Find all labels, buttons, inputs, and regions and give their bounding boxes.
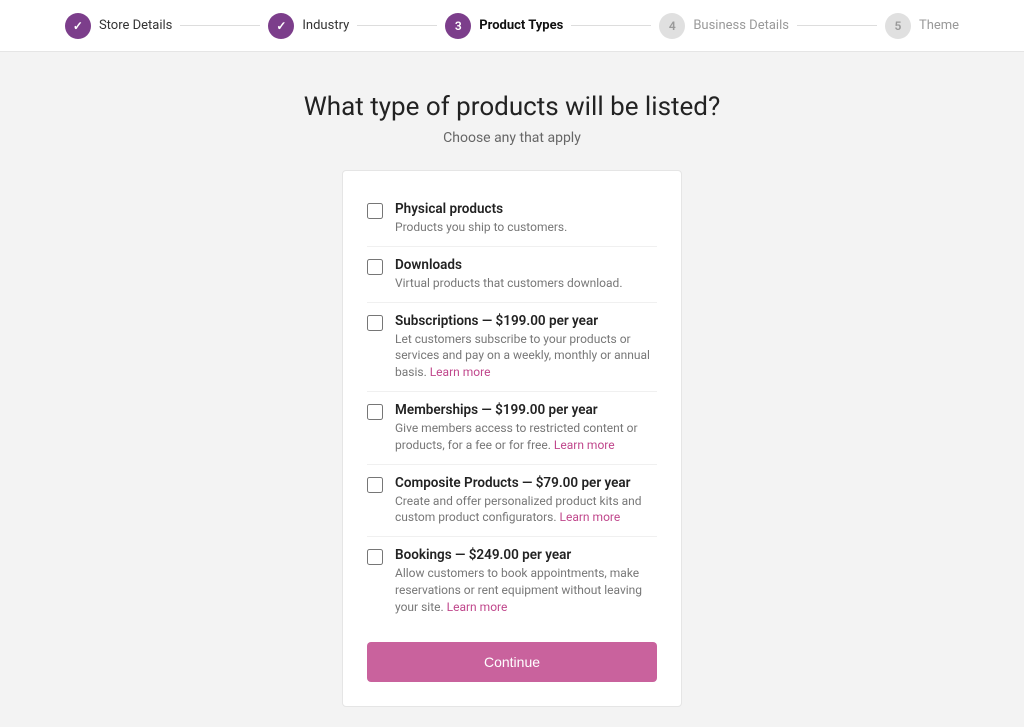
- stepper: ✓ Store Details ✓ Industry 3 Product Typ…: [0, 0, 1024, 52]
- option-desc-text-bookings: Allow customers to book appointments, ma…: [395, 566, 642, 614]
- product-option-memberships: Memberships — $199.00 per year Give memb…: [367, 392, 657, 465]
- step-circle-product-types: 3: [445, 13, 471, 39]
- product-option-downloads: Downloads Virtual products that customer…: [367, 247, 657, 303]
- checkbox-wrap-memberships[interactable]: [367, 404, 383, 424]
- checkbox-composite[interactable]: [367, 477, 383, 493]
- option-title-subscriptions: Subscriptions — $199.00 per year: [395, 313, 657, 329]
- option-label-bookings[interactable]: Bookings — $249.00 per year Allow custom…: [395, 547, 657, 615]
- checkbox-subscriptions[interactable]: [367, 315, 383, 331]
- option-title-memberships: Memberships — $199.00 per year: [395, 402, 657, 418]
- option-label-physical[interactable]: Physical products Products you ship to c…: [395, 201, 657, 236]
- checkbox-wrap-downloads[interactable]: [367, 259, 383, 279]
- option-desc-memberships: Give members access to restricted conten…: [395, 420, 657, 454]
- product-option-physical: Physical products Products you ship to c…: [367, 191, 657, 247]
- step-label-store-details: Store Details: [99, 18, 172, 33]
- main-content: What type of products will be listed? Ch…: [0, 52, 1024, 727]
- step-business-details: 4 Business Details: [659, 13, 789, 39]
- step-product-types: 3 Product Types: [445, 13, 563, 39]
- option-title-physical: Physical products: [395, 201, 657, 217]
- checkbox-wrap-physical[interactable]: [367, 203, 383, 223]
- step-label-industry: Industry: [302, 18, 349, 33]
- checkbox-bookings[interactable]: [367, 549, 383, 565]
- product-option-subscriptions: Subscriptions — $199.00 per year Let cus…: [367, 303, 657, 392]
- learn-more-link-subscriptions[interactable]: Learn more: [430, 365, 491, 379]
- step-label-theme: Theme: [919, 18, 959, 33]
- option-desc-physical: Products you ship to customers.: [395, 219, 657, 236]
- step-circle-business-details: 4: [659, 13, 685, 39]
- learn-more-link-composite[interactable]: Learn more: [560, 510, 621, 524]
- step-number-store-details: ✓: [73, 19, 83, 33]
- option-label-subscriptions[interactable]: Subscriptions — $199.00 per year Let cus…: [395, 313, 657, 381]
- product-option-bookings: Bookings — $249.00 per year Allow custom…: [367, 537, 657, 625]
- step-circle-store-details: ✓: [65, 13, 91, 39]
- option-desc-composite: Create and offer personalized product ki…: [395, 493, 657, 527]
- page-subtitle: Choose any that apply: [443, 130, 581, 146]
- page-title: What type of products will be listed?: [304, 92, 721, 122]
- step-number-business-details: 4: [669, 19, 676, 33]
- step-connector: [571, 25, 651, 26]
- step-number-theme: 5: [895, 19, 902, 33]
- option-label-composite[interactable]: Composite Products — $79.00 per year Cre…: [395, 475, 657, 527]
- option-title-composite: Composite Products — $79.00 per year: [395, 475, 657, 491]
- learn-more-link-bookings[interactable]: Learn more: [447, 600, 508, 614]
- product-types-card: Physical products Products you ship to c…: [342, 170, 682, 707]
- option-title-bookings: Bookings — $249.00 per year: [395, 547, 657, 563]
- step-industry: ✓ Industry: [268, 13, 349, 39]
- option-label-downloads[interactable]: Downloads Virtual products that customer…: [395, 257, 657, 292]
- continue-button[interactable]: Continue: [367, 642, 657, 682]
- checkbox-wrap-subscriptions[interactable]: [367, 315, 383, 335]
- product-option-composite: Composite Products — $79.00 per year Cre…: [367, 465, 657, 538]
- step-connector: [180, 25, 260, 26]
- step-theme: 5 Theme: [885, 13, 959, 39]
- option-title-downloads: Downloads: [395, 257, 657, 273]
- checkbox-physical[interactable]: [367, 203, 383, 219]
- step-number-product-types: 3: [455, 19, 462, 33]
- option-label-memberships[interactable]: Memberships — $199.00 per year Give memb…: [395, 402, 657, 454]
- checkbox-memberships[interactable]: [367, 404, 383, 420]
- learn-more-link-memberships[interactable]: Learn more: [554, 438, 615, 452]
- option-desc-text-physical: Products you ship to customers.: [395, 220, 567, 234]
- option-desc-downloads: Virtual products that customers download…: [395, 275, 657, 292]
- step-connector: [357, 25, 437, 26]
- step-label-product-types: Product Types: [479, 18, 563, 33]
- checkbox-wrap-bookings[interactable]: [367, 549, 383, 569]
- step-label-business-details: Business Details: [693, 18, 789, 33]
- step-connector: [797, 25, 877, 26]
- step-number-industry: ✓: [276, 19, 286, 33]
- step-store-details: ✓ Store Details: [65, 13, 172, 39]
- option-desc-subscriptions: Let customers subscribe to your products…: [395, 331, 657, 381]
- checkbox-wrap-composite[interactable]: [367, 477, 383, 497]
- checkbox-downloads[interactable]: [367, 259, 383, 275]
- step-circle-industry: ✓: [268, 13, 294, 39]
- step-circle-theme: 5: [885, 13, 911, 39]
- option-desc-bookings: Allow customers to book appointments, ma…: [395, 565, 657, 615]
- option-desc-text-downloads: Virtual products that customers download…: [395, 276, 622, 290]
